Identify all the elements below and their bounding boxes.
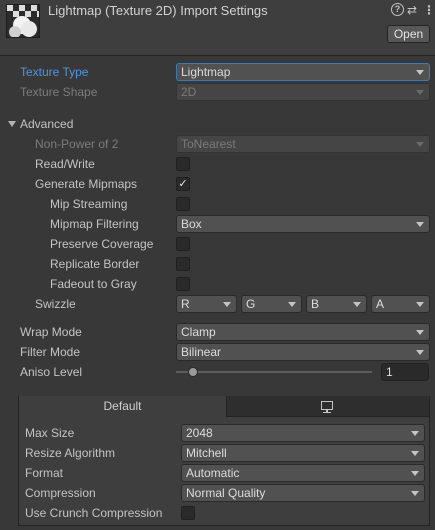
resize-algorithm-value: Mitchell bbox=[186, 446, 227, 460]
compression-value: Normal Quality bbox=[186, 486, 266, 500]
max-size-label: Max Size bbox=[25, 426, 75, 440]
chevron-down-icon bbox=[416, 142, 424, 147]
use-crunch-label: Use Crunch Compression bbox=[25, 506, 163, 520]
swizzle-b-dropdown[interactable]: B bbox=[306, 295, 367, 313]
format-dropdown[interactable]: Automatic bbox=[181, 464, 425, 482]
non-power-of-2-dropdown: ToNearest bbox=[176, 135, 430, 153]
help-icon[interactable]: ? bbox=[391, 3, 404, 16]
resize-algorithm-dropdown[interactable]: Mitchell bbox=[181, 444, 425, 462]
read-write-label: Read/Write bbox=[35, 157, 95, 171]
chevron-down-icon bbox=[288, 302, 296, 307]
context-menu-icon[interactable]: ⋮ bbox=[423, 3, 435, 17]
chevron-down-icon bbox=[416, 222, 424, 227]
chevron-down-icon bbox=[416, 302, 424, 307]
chevron-down-icon bbox=[416, 330, 424, 335]
mipmap-filtering-dropdown[interactable]: Box bbox=[176, 215, 430, 233]
non-power-of-2-label: Non-Power of 2 bbox=[35, 137, 119, 151]
chevron-down-icon bbox=[411, 471, 419, 476]
chevron-down-icon bbox=[411, 491, 419, 496]
generate-mipmaps-checkbox[interactable]: ✓ bbox=[176, 177, 190, 191]
texture-shape-label: Texture Shape bbox=[20, 85, 98, 99]
chevron-down-icon bbox=[223, 302, 231, 307]
chevron-down-icon bbox=[411, 451, 419, 456]
aniso-level-field[interactable]: 1 bbox=[381, 363, 429, 381]
chevron-down-icon bbox=[416, 90, 424, 95]
chevron-down-icon bbox=[353, 302, 361, 307]
format-value: Automatic bbox=[186, 466, 240, 480]
chevron-down-icon bbox=[416, 70, 424, 75]
swizzle-b-value: B bbox=[311, 297, 320, 311]
swizzle-a-dropdown[interactable]: A bbox=[371, 295, 430, 313]
advanced-foldout[interactable]: Advanced bbox=[20, 117, 73, 131]
mip-streaming-label: Mip Streaming bbox=[50, 197, 128, 211]
swizzle-r-value: R bbox=[181, 297, 190, 311]
wrap-mode-label: Wrap Mode bbox=[20, 325, 82, 339]
compression-label: Compression bbox=[25, 486, 96, 500]
swizzle-r-dropdown[interactable]: R bbox=[176, 295, 237, 313]
replicate-border-label: Replicate Border bbox=[50, 257, 140, 271]
preserve-coverage-checkbox[interactable] bbox=[176, 237, 190, 251]
swizzle-a-value: A bbox=[376, 297, 385, 311]
replicate-border-checkbox[interactable] bbox=[176, 257, 190, 271]
filter-mode-label: Filter Mode bbox=[20, 345, 81, 359]
texture-type-label: Texture Type bbox=[20, 65, 89, 79]
wrap-mode-dropdown[interactable]: Clamp bbox=[176, 323, 430, 341]
preserve-coverage-label: Preserve Coverage bbox=[50, 237, 154, 251]
aniso-level-label: Aniso Level bbox=[20, 365, 83, 379]
texture-type-value: Lightmap bbox=[181, 65, 231, 79]
swizzle-label: Swizzle bbox=[35, 297, 76, 311]
texture-shape-dropdown: 2D bbox=[176, 83, 430, 101]
filter-mode-value: Bilinear bbox=[181, 345, 222, 359]
compression-dropdown[interactable]: Normal Quality bbox=[181, 484, 425, 502]
max-size-dropdown[interactable]: 2048 bbox=[181, 424, 425, 442]
mip-streaming-checkbox[interactable] bbox=[176, 197, 190, 211]
open-button[interactable]: Open bbox=[387, 25, 430, 43]
texture-shape-value: 2D bbox=[181, 85, 197, 99]
resize-algorithm-label: Resize Algorithm bbox=[25, 446, 116, 460]
filter-mode-dropdown[interactable]: Bilinear bbox=[176, 343, 430, 361]
non-power-of-2-value: ToNearest bbox=[181, 137, 236, 151]
texture-thumbnail bbox=[6, 4, 40, 38]
swizzle-g-value: G bbox=[246, 297, 256, 311]
inspector-title: Lightmap (Texture 2D) Import Settings bbox=[48, 3, 268, 18]
wrap-mode-value: Clamp bbox=[181, 325, 216, 339]
monitor-base-icon bbox=[323, 412, 331, 413]
format-label: Format bbox=[25, 466, 64, 480]
texture-type-dropdown[interactable]: Lightmap bbox=[176, 63, 430, 81]
foldout-arrow-icon[interactable] bbox=[8, 121, 16, 127]
fadeout-to-gray-checkbox[interactable] bbox=[176, 277, 190, 291]
fadeout-to-gray-label: Fadeout to Gray bbox=[50, 277, 137, 291]
mipmap-filtering-value: Box bbox=[181, 217, 202, 231]
preset-settings-icon[interactable]: ⇄ bbox=[407, 3, 417, 17]
aniso-level-slider-track[interactable] bbox=[176, 371, 372, 373]
swizzle-g-dropdown[interactable]: G bbox=[241, 295, 302, 313]
use-crunch-checkbox[interactable] bbox=[181, 506, 195, 520]
monitor-icon bbox=[321, 401, 333, 410]
aniso-level-slider-thumb[interactable] bbox=[188, 367, 198, 377]
max-size-value: 2048 bbox=[186, 426, 213, 440]
generate-mipmaps-label: Generate Mipmaps bbox=[35, 177, 138, 191]
chevron-down-icon bbox=[411, 431, 419, 436]
tab-default[interactable]: Default bbox=[19, 396, 226, 417]
mipmap-filtering-label: Mipmap Filtering bbox=[50, 217, 139, 231]
chevron-down-icon bbox=[416, 350, 424, 355]
read-write-checkbox[interactable] bbox=[176, 157, 190, 171]
